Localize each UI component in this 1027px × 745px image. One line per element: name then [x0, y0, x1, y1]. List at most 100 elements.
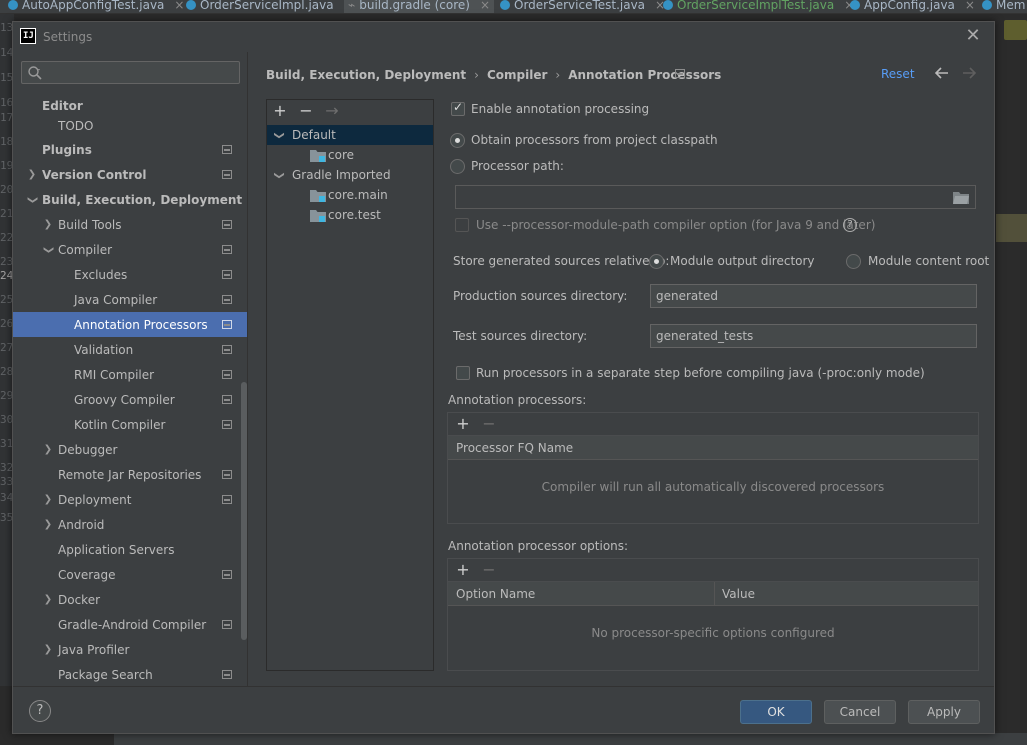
back-arrow-icon[interactable] — [933, 62, 951, 84]
settings-search[interactable] — [21, 61, 240, 84]
sidebar-item-todo[interactable]: TODO — [13, 113, 247, 138]
close-tab-icon[interactable]: × — [965, 0, 975, 12]
help-icon[interactable]: ? — [843, 218, 857, 232]
chevron-right-icon[interactable]: ❯ — [42, 644, 54, 656]
chevron-right-icon[interactable]: ❯ — [42, 594, 54, 606]
sidebar-item-remote-jar-repositories[interactable]: Remote Jar Repositories — [13, 462, 247, 487]
chevron-down-icon[interactable]: ❯ — [26, 194, 38, 206]
remove-icon[interactable]: − — [481, 562, 497, 578]
project-scope-icon — [222, 395, 232, 404]
editor-tab-label: AppConfig.java — [864, 0, 955, 12]
store-relative-label: Store generated sources relative to: — [453, 254, 670, 268]
chevron-down-icon[interactable]: ❯ — [274, 131, 285, 139]
processor-fq-name-header[interactable]: Processor FQ Name — [456, 441, 573, 455]
editor-tab[interactable]: Mem — [982, 0, 1025, 13]
sidebar-item-excludes[interactable]: Excludes — [13, 262, 247, 287]
remove-icon[interactable]: − — [481, 416, 497, 432]
run-separate-step-checkbox[interactable] — [456, 366, 470, 380]
sidebar-item-java-compiler[interactable]: Java Compiler — [13, 287, 247, 312]
sidebar-item-gradle-android-compiler[interactable]: Gradle-Android Compiler — [13, 612, 247, 637]
forward-arrow-icon[interactable] — [960, 62, 978, 84]
chevron-right-icon[interactable]: ❯ — [42, 219, 54, 231]
sidebar-item-compiler[interactable]: ❯ Compiler — [13, 237, 247, 262]
chevron-right-icon[interactable]: ❯ — [26, 169, 38, 181]
module-output-radio[interactable] — [649, 254, 664, 269]
editor-tab-active[interactable]: ⌁ build.gradle (core) × — [344, 0, 495, 13]
close-tab-icon[interactable]: × — [480, 0, 490, 12]
obtain-from-classpath-radio[interactable] — [450, 133, 465, 148]
close-icon[interactable]: ✕ — [963, 25, 983, 47]
module-content-radio[interactable] — [846, 254, 861, 269]
profile-module[interactable]: core — [267, 145, 433, 165]
sidebar-scrollbar[interactable] — [241, 382, 247, 640]
profile-label: core — [328, 148, 354, 162]
chevron-down-icon[interactable]: ❯ — [42, 244, 54, 256]
sidebar-item-debugger[interactable]: ❯ Debugger — [13, 437, 247, 462]
ok-button[interactable]: OK — [740, 700, 812, 724]
production-dir-field[interactable] — [650, 284, 977, 308]
sidebar-item-label: Gradle-Android Compiler — [58, 617, 207, 632]
project-scope-icon — [222, 220, 232, 229]
test-dir-field[interactable] — [650, 324, 977, 348]
help-button[interactable]: ? — [29, 700, 51, 722]
editor-right-strip — [996, 14, 1027, 745]
processor-path-field[interactable] — [455, 185, 976, 209]
remove-icon[interactable]: − — [298, 103, 314, 119]
reset-link[interactable]: Reset — [881, 67, 915, 81]
test-dir-input[interactable] — [651, 325, 976, 347]
sidebar-item-package-search[interactable]: Package Search — [13, 662, 247, 686]
close-tab-icon[interactable]: × — [174, 0, 184, 12]
sidebar-item-version-control[interactable]: ❯ Version Control — [13, 162, 247, 187]
chevron-down-icon[interactable]: ❯ — [274, 171, 285, 179]
sidebar-item-annotation-processors[interactable]: Annotation Processors — [13, 312, 247, 337]
sidebar-item-label: Plugins — [42, 142, 92, 157]
profile-label: Gradle Imported — [292, 168, 391, 182]
profile-module[interactable]: core.main — [267, 185, 433, 205]
sidebar-item-docker[interactable]: ❯ Docker — [13, 587, 247, 612]
sidebar-item-coverage[interactable]: Coverage — [13, 562, 247, 587]
chevron-right-icon[interactable]: ❯ — [42, 519, 54, 531]
sidebar-item-kotlin-compiler[interactable]: Kotlin Compiler — [13, 412, 247, 437]
value-header[interactable]: Value — [722, 587, 755, 601]
browse-folder-icon[interactable] — [953, 191, 969, 204]
sidebar-item-android[interactable]: ❯ Android — [13, 512, 247, 537]
sidebar-item-groovy-compiler[interactable]: Groovy Compiler — [13, 387, 247, 412]
sidebar-item-plugins[interactable]: Plugins — [13, 137, 247, 162]
chevron-right-icon[interactable]: ❯ — [42, 444, 54, 456]
add-icon[interactable]: + — [455, 416, 471, 432]
editor-tab[interactable]: OrderServiceImpl.java× — [186, 0, 354, 13]
search-input[interactable] — [48, 63, 233, 82]
sidebar-item-application-servers[interactable]: Application Servers — [13, 537, 247, 562]
add-icon[interactable]: + — [455, 562, 471, 578]
sidebar-item-build-execution-deployment[interactable]: ❯ Build, Execution, Deployment — [13, 187, 247, 212]
apply-button[interactable]: Apply — [908, 700, 980, 724]
column-separator[interactable] — [714, 582, 715, 605]
editor-tab[interactable]: AutoAppConfigTest.java × — [8, 0, 184, 13]
move-to-icon[interactable]: → — [324, 103, 340, 119]
enable-annotation-processing-checkbox[interactable] — [451, 100, 465, 116]
sidebar-item-deployment[interactable]: ❯ Deployment — [13, 487, 247, 512]
sidebar-item-build-tools[interactable]: ❯ Build Tools — [13, 212, 247, 237]
profile-default[interactable]: ❯ Default — [267, 125, 433, 145]
module-path-checkbox[interactable] — [455, 218, 469, 232]
editor-tab[interactable]: AppConfig.java × — [850, 0, 975, 13]
sidebar-item-rmi-compiler[interactable]: RMI Compiler — [13, 362, 247, 387]
search-icon — [28, 66, 42, 80]
sidebar-item-label: Groovy Compiler — [74, 392, 175, 407]
sidebar-item-java-profiler[interactable]: ❯ Java Profiler — [13, 637, 247, 662]
profile-gradle-imported[interactable]: ❯ Gradle Imported — [267, 165, 433, 185]
add-icon[interactable]: + — [272, 103, 288, 119]
sidebar-item-label: Coverage — [58, 567, 116, 582]
settings-sidebar: Editor TODO Plugins ❯ Version Control ❯ Bu… — [13, 52, 248, 686]
production-dir-input[interactable] — [651, 285, 976, 307]
editor-tab[interactable]: OrderServiceTest.java × — [500, 0, 665, 13]
module-content-label: Module content root — [868, 254, 990, 268]
editor-tab[interactable]: OrderServiceImplTest.java× — [663, 0, 854, 13]
profile-module[interactable]: core.test — [267, 205, 433, 225]
option-name-header[interactable]: Option Name — [456, 587, 535, 601]
processor-path-radio[interactable] — [450, 159, 465, 174]
sidebar-item-label: Editor — [42, 98, 83, 113]
sidebar-item-validation[interactable]: Validation — [13, 337, 247, 362]
cancel-button[interactable]: Cancel — [824, 700, 896, 724]
chevron-right-icon[interactable]: ❯ — [42, 494, 54, 506]
